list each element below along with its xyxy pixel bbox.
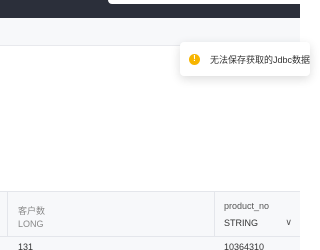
table-cell: 131 — [18, 242, 34, 250]
column-type: LONG — [18, 219, 44, 229]
row-divider — [0, 236, 300, 237]
column-name: product_no — [224, 201, 270, 211]
toast-message: 无法保存获取的Jdbc数据 — [210, 54, 311, 65]
table-gutter-column — [0, 192, 8, 236]
data-table: 客户数 LONG product_no STRING ∨ 131 1036431… — [0, 191, 300, 250]
address-bar — [108, 0, 300, 4]
top-bar — [0, 0, 300, 18]
table-cell: 10364310 — [224, 242, 265, 250]
warning-toast: ! 无法保存获取的Jdbc数据 — [180, 42, 310, 76]
column-name: 客户数 — [18, 206, 46, 216]
column-header-product-no[interactable]: product_no STRING ∨ — [215, 192, 300, 236]
warning-icon: ! — [189, 53, 200, 65]
column-header-customers[interactable]: 客户数 LONG — [8, 192, 215, 236]
column-type-select[interactable]: STRING — [224, 218, 258, 228]
chevron-down-icon[interactable]: ∨ — [285, 217, 292, 228]
